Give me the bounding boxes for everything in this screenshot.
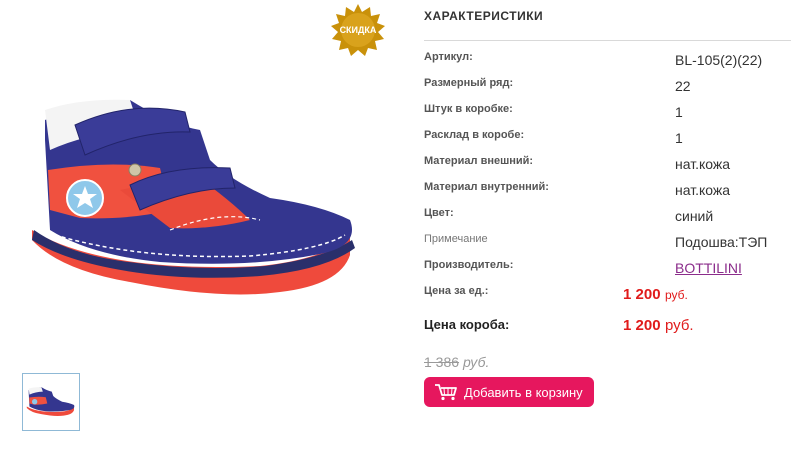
spec-value: Подошва:ТЭП [675,234,768,250]
spec-value: 1 [675,130,683,146]
spec-row-outer-material: Материал внешний: нат.кожа [424,155,791,175]
product-gallery: СКИДКА [0,0,395,458]
old-price: 1 386 руб. [424,354,489,370]
spec-row-article: Артикул: BL-105(2)(22) [424,51,791,71]
spec-row-note: Примечание Подошва:ТЭП [424,233,791,253]
spec-value: 22 [675,78,691,94]
specs-title: ХАРАКТЕРИСТИКИ [424,9,544,23]
spec-value: нат.кожа [675,182,731,198]
unit-price-amount: 1 200 [623,286,661,303]
spec-value: нат.кожа [675,156,731,172]
old-price-currency: руб. [462,354,490,370]
unit-price-label: Цена за ед.: [424,285,489,297]
spec-row-size-range: Размерный ряд: 22 [424,77,791,97]
spec-row-inner-material: Материал внутренний: нат.кожа [424,181,791,201]
spec-value: 1 [675,104,683,120]
spec-row-pieces-per-box: Штук в коробке: 1 [424,103,791,123]
spec-label: Материал внешний: [424,155,534,167]
title-divider [424,40,791,41]
thumbnail-shoe-image [26,387,75,417]
old-price-amount: 1 386 [424,354,460,370]
spec-label: Артикул: [424,51,473,63]
spec-label: Производитель: [424,259,514,271]
box-price-currency: руб. [665,317,694,334]
add-to-cart-button[interactable]: Добавить в корзину [424,377,594,407]
add-to-cart-label: Добавить в корзину [464,385,583,400]
spec-label: Штук в коробке: [424,103,513,115]
box-price-value: 1 200 руб. [623,317,694,335]
product-thumbnail[interactable] [22,373,80,431]
product-specs: ХАРАКТЕРИСТИКИ Артикул: BL-105(2)(22) Ра… [424,0,791,458]
product-main-image[interactable] [20,70,370,330]
spec-label: Цвет: [424,207,454,219]
discount-badge: СКИДКА [330,2,386,58]
spec-value: BL-105(2)(22) [675,52,763,68]
shopping-cart-icon [435,384,457,401]
spec-label: Расклад в коробе: [424,129,525,141]
unit-price-currency: руб. [665,288,688,302]
spec-label: Размерный ряд: [424,77,514,89]
box-price-row: Цена короба: 1 200 руб. [424,317,791,341]
unit-price-row: Цена за ед.: 1 200 руб. [424,285,791,305]
spec-label: Материал внутренний: [424,181,549,193]
box-price-label: Цена короба: [424,317,510,332]
spec-row-manufacturer: Производитель: BOTTILINI [424,259,791,279]
unit-price-value: 1 200 руб. [623,286,688,304]
spec-label: Примечание [424,233,488,245]
spec-value: синий [675,208,714,224]
spec-row-box-layout: Расклад в коробе: 1 [424,129,791,149]
box-price-amount: 1 200 [623,317,661,334]
spec-row-color: Цвет: синий [424,207,791,227]
discount-badge-label: СКИДКА [339,25,377,35]
manufacturer-link[interactable]: BOTTILINI [675,260,742,276]
